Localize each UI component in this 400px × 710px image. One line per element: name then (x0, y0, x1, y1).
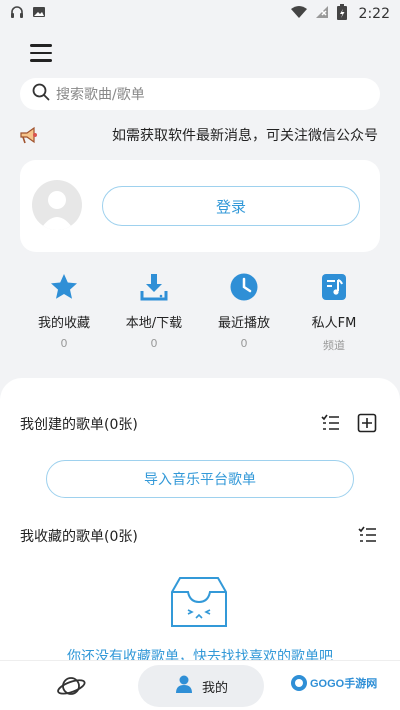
notice-bar: 如需获取软件最新消息，可关注微信公众号 (18, 122, 388, 148)
shortcut-label: 我的收藏 (37, 316, 90, 331)
shortcut-sub: 频道 (323, 339, 345, 352)
notice-text: 如需获取软件最新消息，可关注微信公众号 (112, 128, 378, 144)
star-icon (47, 270, 81, 304)
nav-mine-label: 我的 (201, 680, 228, 696)
collected-playlists-title: 我收藏的歌单(0张) (20, 529, 138, 545)
shortcut-count: 0 (150, 337, 158, 350)
shortcut-grid: 我的收藏 0 本地/下载 0 最近播放 0 私人FM 频道 (0, 270, 400, 360)
watermark-logo: GOGO手游网 (290, 674, 377, 692)
shortcut-local-download[interactable]: 本地/下载 0 (109, 270, 199, 350)
avatar[interactable] (32, 180, 82, 230)
search-icon (32, 83, 50, 105)
wifi-icon (290, 5, 307, 23)
user-icon (174, 674, 194, 698)
watermark-text: GOGO手游网 (310, 678, 378, 690)
empty-box-icon (166, 574, 232, 630)
list-manage-icon[interactable] (357, 525, 377, 545)
status-bar: 2:22 (0, 0, 400, 28)
login-button[interactable]: 登录 (102, 186, 360, 226)
battery-icon (336, 4, 347, 24)
headphones-icon (10, 5, 24, 23)
shortcut-label: 最近播放 (217, 316, 270, 331)
download-icon (137, 270, 171, 304)
shortcut-label: 私人FM (311, 316, 357, 331)
nav-mine-tab[interactable]: 我的 (138, 665, 264, 707)
search-placeholder: 搜索歌曲/歌单 (56, 87, 145, 103)
login-card: 登录 (20, 160, 380, 252)
shortcut-private-fm[interactable]: 私人FM 频道 (289, 270, 379, 353)
shortcut-label: 本地/下载 (125, 316, 183, 331)
planet-icon[interactable] (56, 671, 86, 701)
image-icon (32, 5, 46, 23)
add-playlist-icon[interactable] (357, 413, 377, 433)
shortcut-count: 0 (60, 337, 68, 350)
search-input[interactable]: 搜索歌曲/歌单 (20, 78, 380, 110)
status-time: 2:22 (358, 6, 390, 22)
no-signal-icon (315, 5, 329, 23)
import-playlist-button[interactable]: 导入音乐平台歌单 (46, 460, 354, 498)
shortcut-recent[interactable]: 最近播放 0 (199, 270, 289, 350)
shortcut-count: 0 (240, 337, 248, 350)
shortcut-favorites[interactable]: 我的收藏 0 (19, 270, 109, 350)
megaphone-icon (18, 124, 40, 148)
clock-icon (227, 270, 261, 304)
list-manage-icon[interactable] (320, 413, 340, 433)
music-note-icon (317, 270, 351, 304)
created-playlists-title: 我创建的歌单(0张) (20, 417, 138, 433)
menu-button[interactable] (30, 44, 52, 62)
